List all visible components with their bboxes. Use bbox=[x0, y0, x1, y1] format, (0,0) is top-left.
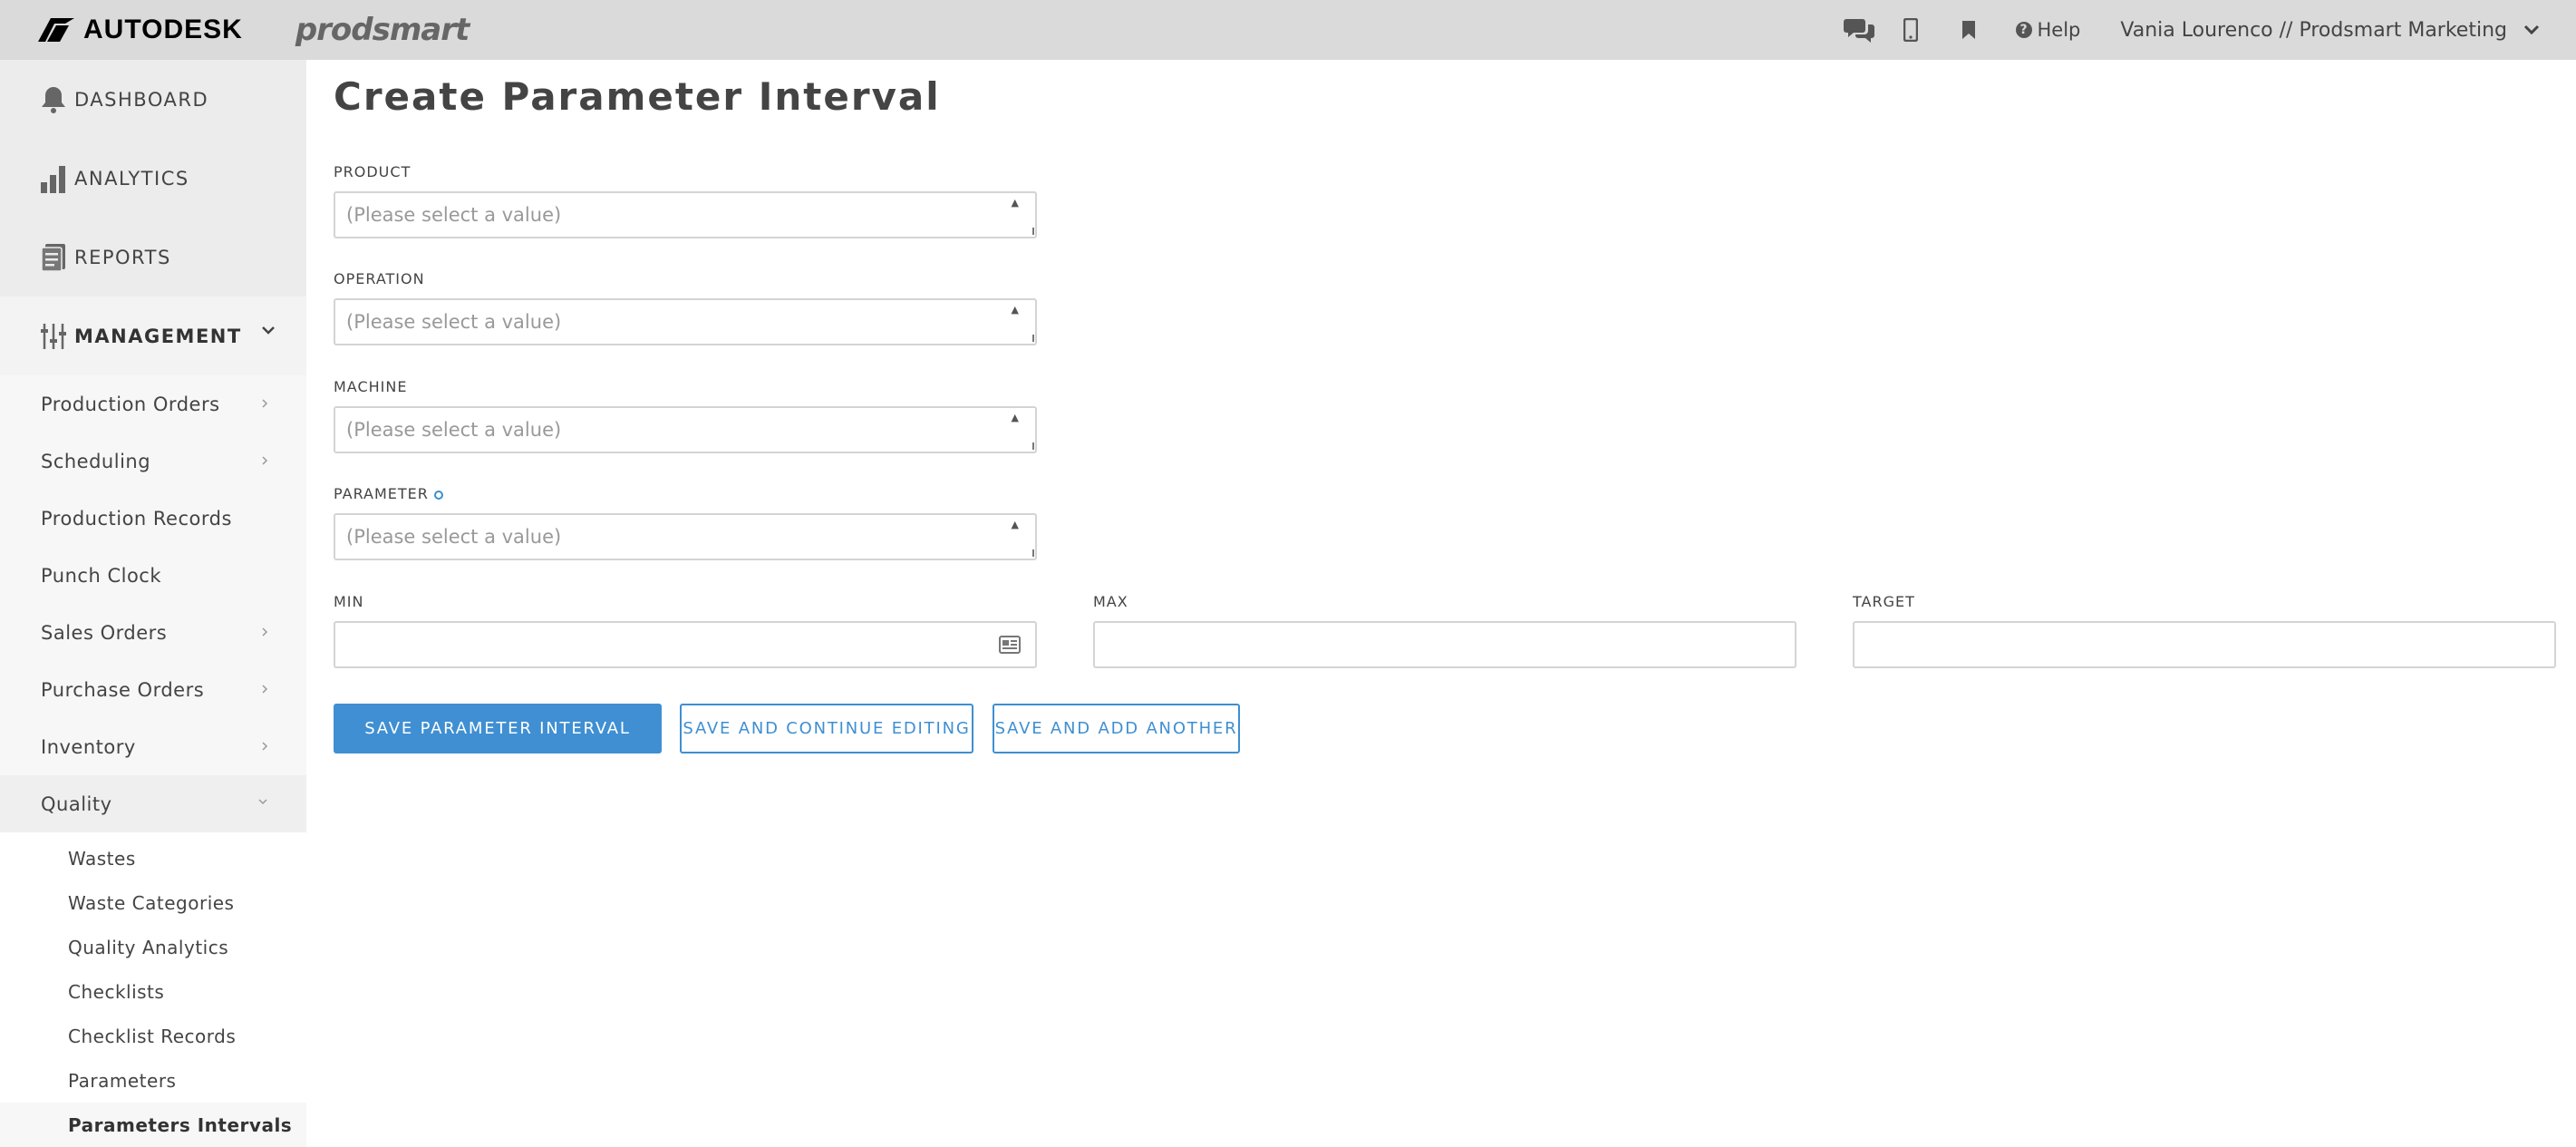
chevron-right-icon bbox=[262, 456, 268, 465]
parameter-label-text: PARAMETER bbox=[334, 485, 429, 502]
sidebar-item-analytics[interactable]: ANALYTICS bbox=[0, 139, 306, 218]
parameter-select[interactable]: (Please select a value) ▲ bbox=[334, 513, 1037, 560]
required-indicator-icon bbox=[433, 490, 443, 500]
sidebar-item-label: Production Records bbox=[41, 507, 232, 530]
quality-submenu: Wastes Waste Categories Quality Analytic… bbox=[0, 832, 306, 1147]
chevron-down-icon bbox=[258, 799, 267, 805]
chevron-down-icon bbox=[262, 326, 275, 335]
chevron-right-icon bbox=[262, 399, 268, 408]
sidebar-item-label: Production Orders bbox=[41, 393, 220, 415]
machine-label: MACHINE bbox=[334, 378, 408, 395]
sidebar-item-label: Purchase Orders bbox=[41, 678, 205, 701]
machine-placeholder: (Please select a value) bbox=[346, 419, 562, 441]
resize-corner bbox=[1032, 442, 1035, 450]
reports-icon bbox=[38, 242, 69, 273]
chevron-right-icon bbox=[262, 685, 268, 694]
sidebar-item-checklists[interactable]: Checklists bbox=[0, 969, 306, 1014]
product-placeholder: (Please select a value) bbox=[346, 204, 562, 226]
chat-icon[interactable] bbox=[1838, 0, 1880, 60]
sidebar-item-inventory[interactable]: Inventory bbox=[0, 718, 306, 775]
sidebar-item-quality-analytics[interactable]: Quality Analytics bbox=[0, 925, 306, 969]
sidebar-item-label: Punch Clock bbox=[41, 564, 161, 587]
target-label: TARGET bbox=[1853, 593, 1915, 610]
target-input[interactable] bbox=[1853, 621, 2556, 668]
sidebar-item-label: Sales Orders bbox=[41, 621, 168, 644]
operation-label: OPERATION bbox=[334, 270, 425, 287]
parameter-label: PARAMETER bbox=[334, 485, 443, 502]
chevron-right-icon bbox=[262, 627, 268, 637]
product-logo[interactable]: prodsmart bbox=[295, 12, 470, 48]
sidebar-item-sales-orders[interactable]: Sales Orders bbox=[0, 604, 306, 661]
sidebar-item-label: MANAGEMENT bbox=[74, 325, 242, 347]
caret-up-icon: ▲ bbox=[1011, 197, 1019, 209]
product-label: PRODUCT bbox=[334, 163, 412, 180]
sidebar-item-punch-clock[interactable]: Punch Clock bbox=[0, 547, 306, 604]
sidebar-item-scheduling[interactable]: Scheduling bbox=[0, 433, 306, 490]
sidebar-item-management[interactable]: MANAGEMENT bbox=[0, 296, 306, 375]
sidebar: DASHBOARD ANALYTICS REPORTS MANAGEMENT P… bbox=[0, 60, 306, 1147]
sidebar-item-purchase-orders[interactable]: Purchase Orders bbox=[0, 661, 306, 718]
sidebar-item-checklist-records[interactable]: Checklist Records bbox=[0, 1014, 306, 1058]
min-input[interactable] bbox=[334, 621, 1037, 668]
max-label: MAX bbox=[1093, 593, 1128, 610]
resize-corner bbox=[1032, 228, 1035, 235]
sidebar-item-waste-categories[interactable]: Waste Categories bbox=[0, 880, 306, 925]
main-content: Create Parameter Interval PRODUCT (Pleas… bbox=[334, 60, 2563, 1146]
save-button[interactable]: SAVE PARAMETER INTERVAL bbox=[334, 704, 662, 753]
autodesk-mark-icon bbox=[38, 18, 74, 42]
sidebar-item-reports[interactable]: REPORTS bbox=[0, 218, 306, 296]
user-menu[interactable]: Vania Lourenco // Prodsmart Marketing bbox=[2120, 19, 2540, 42]
save-and-continue-button[interactable]: SAVE AND CONTINUE EDITING bbox=[680, 704, 973, 753]
bookmark-icon[interactable] bbox=[1960, 0, 1978, 60]
sidebar-item-label: DASHBOARD bbox=[74, 88, 209, 111]
top-bar: AUTODESK prodsmart ? Help Vania Lourenco bbox=[0, 0, 2576, 60]
help-link[interactable]: ? Help bbox=[2015, 19, 2081, 41]
max-input[interactable] bbox=[1093, 621, 1796, 668]
machine-select[interactable]: (Please select a value) ▲ bbox=[334, 406, 1037, 453]
operation-select[interactable]: (Please select a value) ▲ bbox=[334, 298, 1037, 345]
brand-name: AUTODESK bbox=[83, 15, 243, 44]
sidebar-item-label: ANALYTICS bbox=[74, 167, 189, 190]
sidebar-item-parameters[interactable]: Parameters bbox=[0, 1058, 306, 1103]
resize-corner bbox=[1032, 335, 1035, 342]
sidebar-item-production-orders[interactable]: Production Orders bbox=[0, 375, 306, 433]
page-title: Create Parameter Interval bbox=[334, 74, 941, 119]
min-label: MIN bbox=[334, 593, 364, 610]
sidebar-item-label: Quality bbox=[41, 792, 112, 815]
sidebar-item-label: Scheduling bbox=[41, 450, 151, 472]
sidebar-item-dashboard[interactable]: DASHBOARD bbox=[0, 60, 306, 139]
sliders-icon bbox=[38, 321, 69, 352]
resize-corner bbox=[1032, 549, 1035, 557]
save-and-add-another-button[interactable]: SAVE AND ADD ANOTHER bbox=[993, 704, 1240, 753]
caret-up-icon: ▲ bbox=[1011, 304, 1019, 316]
user-label: Vania Lourenco // Prodsmart Marketing bbox=[2120, 18, 2507, 42]
caret-up-icon: ▲ bbox=[1011, 519, 1019, 530]
autodesk-logo[interactable]: AUTODESK bbox=[38, 15, 243, 45]
chevron-right-icon bbox=[262, 742, 268, 751]
sidebar-item-wastes[interactable]: Wastes bbox=[0, 836, 306, 880]
product-select[interactable]: (Please select a value) ▲ bbox=[334, 191, 1037, 238]
bell-icon bbox=[38, 84, 69, 115]
caret-up-icon: ▲ bbox=[1011, 412, 1019, 423]
parameter-placeholder: (Please select a value) bbox=[346, 526, 562, 548]
operation-placeholder: (Please select a value) bbox=[346, 311, 562, 333]
contact-card-icon[interactable] bbox=[999, 636, 1021, 654]
sidebar-item-production-records[interactable]: Production Records bbox=[0, 490, 306, 547]
help-label: Help bbox=[2037, 19, 2081, 41]
bar-chart-icon bbox=[38, 163, 69, 194]
sidebar-item-label: REPORTS bbox=[74, 246, 171, 268]
sidebar-item-parameters-intervals[interactable]: Parameters Intervals bbox=[0, 1103, 306, 1147]
sidebar-item-label: Inventory bbox=[41, 735, 136, 758]
sidebar-item-quality[interactable]: Quality bbox=[0, 775, 306, 832]
mobile-phone-icon[interactable] bbox=[1900, 0, 1922, 60]
question-circle-icon: ? bbox=[2015, 22, 2032, 38]
chevron-down-icon bbox=[2523, 24, 2540, 35]
